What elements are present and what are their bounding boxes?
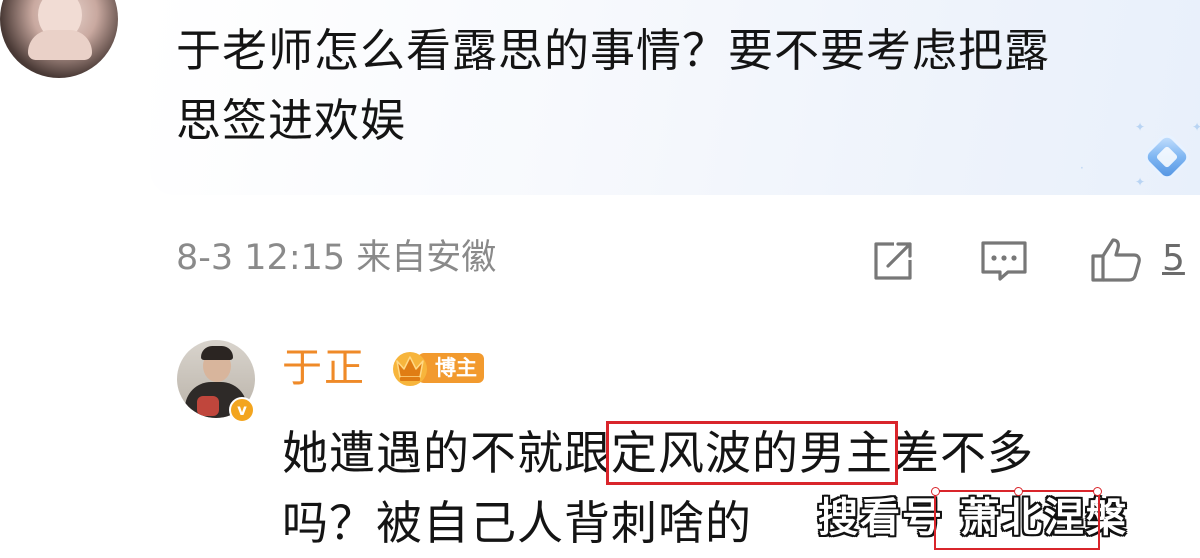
- like-count[interactable]: 5: [1162, 234, 1185, 284]
- share-icon[interactable]: [868, 236, 918, 284]
- selection-handle[interactable]: [931, 487, 940, 496]
- reply-text-segment: 她遭遇的不就跟: [282, 426, 611, 480]
- reply-text-segment: 差不多: [893, 426, 1034, 480]
- avatar-hair: [201, 346, 233, 360]
- commenter-avatar[interactable]: [0, 0, 118, 78]
- comment-meta: 8-3 12:15 来自安徽: [176, 238, 497, 278]
- selection-handle[interactable]: [1014, 487, 1023, 496]
- avatar-shirt: [197, 396, 219, 416]
- highlighted-phrase: 定风波的男主: [606, 421, 898, 485]
- selection-handle[interactable]: [1093, 487, 1102, 496]
- comment-line: 于老师怎么看露思的事情？要不要考虑把露: [176, 24, 1051, 77]
- like-icon[interactable]: [1088, 236, 1144, 284]
- verified-v-icon: v: [229, 397, 255, 423]
- selection-box: [931, 487, 1102, 550]
- crown-icon: [393, 352, 427, 386]
- blogger-badge: 博主: [388, 345, 491, 389]
- sparkle-icon: ·: [1080, 161, 1084, 175]
- reply-line: 她遭遇的不就跟定风波的男主差不多: [282, 418, 1182, 488]
- avatar-hands: [28, 30, 92, 60]
- comment-icon[interactable]: [978, 236, 1030, 284]
- comment-line: 思签进欢娱: [176, 94, 407, 147]
- reply-author-name[interactable]: 于正: [282, 340, 366, 396]
- comment-text: 于老师怎么看露思的事情？要不要考虑把露 思签进欢娱: [176, 14, 1166, 154]
